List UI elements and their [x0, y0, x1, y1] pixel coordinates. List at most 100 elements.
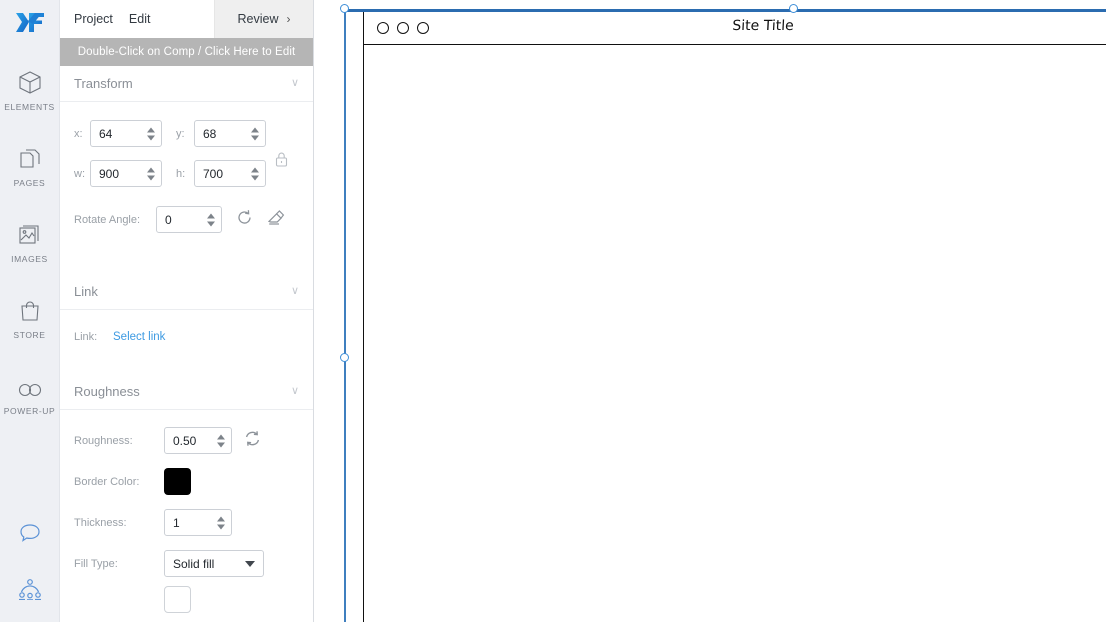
border-color-swatch[interactable] — [164, 468, 191, 495]
rotate-stepper[interactable] — [207, 213, 215, 226]
transform-row-rotate: Rotate Angle: 0 — [60, 206, 313, 233]
edit-hint-bar[interactable]: Double-Click on Comp / Click Here to Edi… — [60, 38, 313, 66]
fill-color-swatch[interactable] — [164, 586, 191, 613]
transform-row-xy: x: 64 y: 68 — [60, 120, 313, 167]
w-label: w: — [74, 167, 85, 180]
sidebar-item-store[interactable]: STORE — [0, 286, 59, 344]
x-value: 64 — [99, 126, 113, 141]
cube-icon — [17, 66, 43, 96]
properties-panel: Project Edit Review › Double-Click on Co… — [60, 0, 314, 622]
chevron-right-icon: › — [286, 12, 291, 26]
roughness-row: Roughness: 0.50 — [60, 427, 313, 454]
tab-edit[interactable]: Edit — [129, 0, 151, 38]
thickness-label: Thickness: — [74, 516, 127, 529]
section-title: Link — [74, 284, 98, 299]
sidebar-item-power-up[interactable]: POWER-UP — [0, 362, 59, 420]
sidebar-item-label: ELEMENTS — [4, 102, 55, 112]
sidebar-item-label: POWER-UP — [3, 406, 56, 416]
y-label: y: — [176, 127, 185, 140]
h-label: h: — [176, 167, 186, 180]
fill-type-value: Solid fill — [173, 556, 215, 571]
tab-review[interactable]: Review › — [214, 0, 313, 38]
app-logo[interactable] — [0, 4, 59, 42]
image-icon — [17, 218, 43, 248]
select-link-button[interactable]: Select link — [113, 331, 165, 343]
link-row: Link: Select link — [60, 331, 313, 343]
collaborate-people-icon — [17, 570, 43, 600]
border-color-row: Border Color: — [60, 468, 313, 495]
refresh-sync-icon[interactable] — [244, 430, 261, 452]
x-stepper[interactable] — [147, 127, 155, 140]
sidebar-item-elements[interactable]: ELEMENTS — [0, 58, 59, 116]
sidebar-item-collaborate[interactable] — [0, 562, 60, 610]
w-input[interactable]: 900 — [90, 160, 162, 187]
pages-icon — [17, 142, 43, 172]
canvas-area[interactable]: Site Title — [314, 0, 1106, 622]
tab-project[interactable]: Project — [74, 0, 113, 38]
sidebar-item-label: STORE — [13, 330, 46, 340]
y-input[interactable]: 68 — [194, 120, 266, 147]
sidebar-item-chat[interactable] — [0, 506, 60, 554]
chevron-down-icon: ∨ — [290, 385, 299, 397]
fill-type-select[interactable]: Solid fill — [164, 550, 264, 577]
fill-type-label: Fill Type: — [74, 557, 118, 570]
rail-bottom-items — [0, 506, 60, 618]
h-value: 700 — [203, 166, 224, 181]
h-stepper[interactable] — [251, 167, 259, 180]
roughness-stepper[interactable] — [217, 434, 225, 447]
thickness-stepper[interactable] — [217, 516, 225, 529]
sidebar-item-label: PAGES — [13, 178, 46, 188]
sidebar-item-label: IMAGES — [11, 254, 48, 264]
app-root: ELEMENTS PAGES IMAGES STORE POWER-UP Pro… — [0, 0, 1106, 622]
rotate-angle-input[interactable]: 0 — [156, 206, 222, 233]
section-header-roughness[interactable]: Roughness ∨ — [60, 374, 313, 410]
store-bag-icon — [17, 294, 43, 324]
link-label: Link: — [74, 331, 98, 343]
w-stepper[interactable] — [147, 167, 155, 180]
thickness-input[interactable]: 1 — [164, 509, 232, 536]
selection-edge-left — [344, 9, 346, 622]
wireframe-titlebar: Site Title — [364, 12, 1106, 45]
selection-edge-top — [344, 9, 1106, 12]
chevron-down-icon — [245, 560, 255, 567]
tab-review-label: Review — [237, 12, 279, 26]
thickness-value: 1 — [173, 515, 180, 530]
roughness-value: 0.50 — [173, 433, 197, 448]
rotate-angle-value: 0 — [165, 212, 172, 227]
browser-wireframe-comp[interactable]: Site Title — [363, 11, 1106, 622]
roughness-input[interactable]: 0.50 — [164, 427, 232, 454]
h-input[interactable]: 700 — [194, 160, 266, 187]
site-title-text: Site Title — [731, 18, 795, 34]
border-color-label: Border Color: — [74, 475, 140, 488]
section-header-link[interactable]: Link ∨ — [60, 274, 313, 310]
w-value: 900 — [99, 166, 120, 181]
thickness-row: Thickness: 1 — [60, 509, 313, 536]
section-header-transform[interactable]: Transform ∨ — [60, 66, 313, 102]
selection-handle-top-center[interactable] — [789, 4, 798, 13]
section-title: Roughness — [74, 384, 140, 399]
chevron-down-icon: ∨ — [290, 285, 299, 297]
fill-color-row — [60, 586, 313, 613]
chat-bubble-icon — [18, 514, 42, 544]
rail-item-list: ELEMENTS PAGES IMAGES STORE POWER-UP — [0, 58, 59, 420]
x-label: x: — [74, 127, 83, 140]
section-title: Transform — [74, 76, 133, 91]
eraser-icon[interactable] — [266, 208, 285, 231]
selection-handle-top-left[interactable] — [340, 4, 349, 13]
y-value: 68 — [203, 126, 217, 141]
fill-type-row: Fill Type: Solid fill — [60, 550, 313, 577]
y-stepper[interactable] — [251, 127, 259, 140]
left-rail: ELEMENTS PAGES IMAGES STORE POWER-UP — [0, 0, 60, 622]
mockflow-logo-icon — [15, 13, 44, 32]
rotate-reset-icon[interactable] — [236, 209, 253, 231]
chevron-down-icon: ∨ — [290, 77, 299, 89]
lock-aspect-icon[interactable] — [274, 151, 289, 173]
roughness-label: Roughness: — [74, 434, 133, 447]
x-input[interactable]: 64 — [90, 120, 162, 147]
selection-handle-middle-left[interactable] — [340, 353, 349, 362]
sidebar-item-pages[interactable]: PAGES — [0, 134, 59, 192]
infinity-icon — [16, 370, 44, 400]
rotate-angle-label: Rotate Angle: — [74, 213, 141, 226]
panel-tabbar: Project Edit Review › — [60, 0, 313, 38]
sidebar-item-images[interactable]: IMAGES — [0, 210, 59, 268]
